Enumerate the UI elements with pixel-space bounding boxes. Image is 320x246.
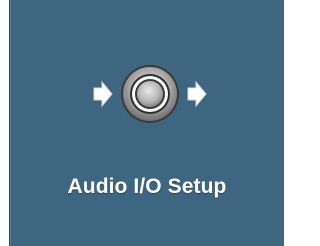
output-arrow-icon [187, 80, 207, 108]
audio-io-setup-button[interactable]: Audio I/O Setup [9, 0, 284, 246]
audio-io-icon [80, 54, 220, 134]
input-arrow-icon [93, 80, 113, 108]
tile-label: Audio I/O Setup [67, 175, 227, 198]
connector-jack-icon [121, 65, 179, 123]
